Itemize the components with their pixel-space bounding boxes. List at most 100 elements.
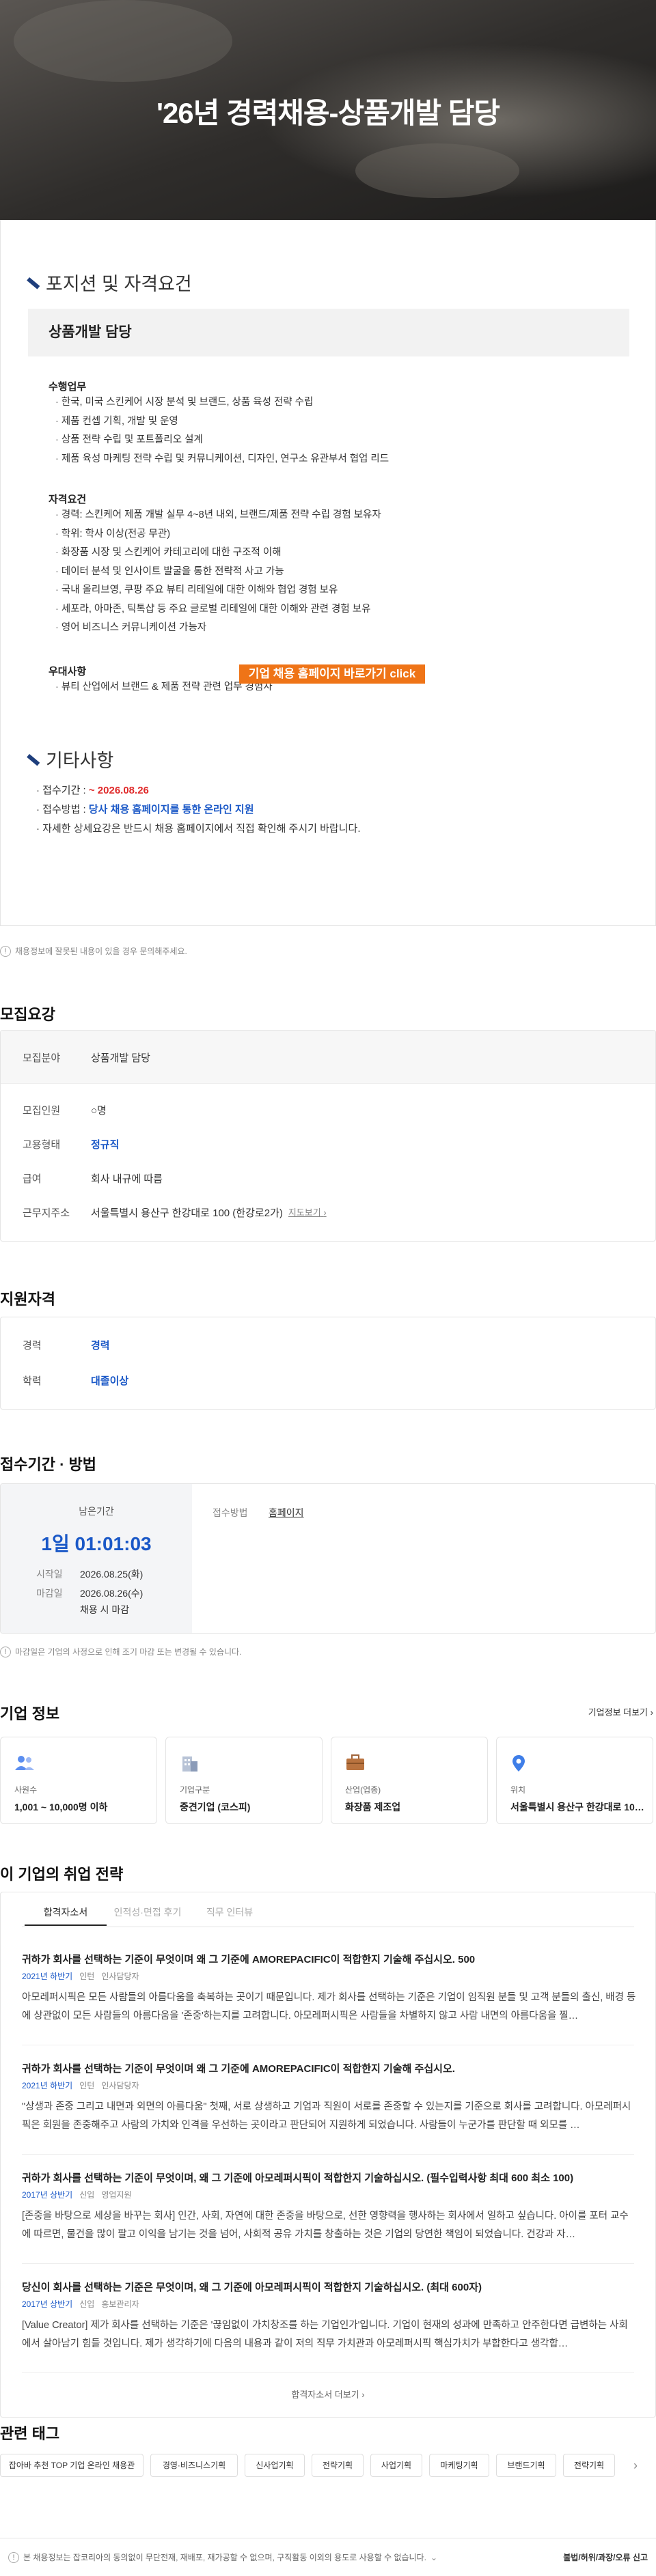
start-date-row: 시작일 2026.08.25(화) (36, 1567, 143, 1581)
tab-interview-review[interactable]: 인적성·면접 후기 (107, 1899, 189, 1926)
duties-list: 한국, 미국 스킨케어 시장 분석 및 브랜드, 상품 육성 전략 수립 제품 … (55, 393, 389, 468)
pay-value: 회사 내규에 따름 (91, 1173, 163, 1185)
company-title: 기업 정보 (0, 1705, 60, 1722)
strategy-more-link[interactable]: 합격자소서 더보기 › (0, 2388, 656, 2400)
field-value: 상품개발 담당 (91, 1052, 150, 1064)
item-dept: 인사담당자 (101, 1972, 139, 1981)
people-icon (15, 1756, 34, 1770)
slash-mark-icon (28, 276, 40, 290)
item-meta: 2021년 하반기 인턴 인사담당자 (22, 2080, 637, 2091)
tag-chip[interactable]: 잡아바 추천 TOP 기업 온라인 채용관 (0, 2454, 144, 2477)
info-circle-icon: ! (0, 1646, 11, 1657)
item-title: 당신이 회사를 선택하는 기준은 무엇이며, 왜 그 기준에 아모레퍼시픽이 적… (22, 2282, 482, 2293)
chevron-down-icon[interactable]: ⌄ (430, 2553, 437, 2562)
item-body: [존중을 바탕으로 세상을 바꾸는 회사] 인간, 사회, 자연에 대한 존중을… (22, 2211, 629, 2240)
tag-chip[interactable]: 사업기획 (370, 2454, 422, 2477)
end-note: 채용 시 마감 (80, 1604, 130, 1615)
item-dept: 인사담당자 (101, 2081, 139, 2090)
map-link-label: 지도보기 (288, 1207, 321, 1218)
list-item: 데이터 분석 및 인사이트 발굴을 통한 전략적 사고 가능 (55, 563, 381, 582)
tag-chip[interactable]: 전략기획 (563, 2454, 615, 2477)
section-title-text: 기타사항 (46, 751, 114, 771)
report-footnote: ! 채용정보에 잘못된 내용이 있을 경우 문의해주세요. (0, 945, 187, 957)
company-card-industry: 산업(업종) 화장품 제조업 (331, 1737, 488, 1824)
period-notice: · 접수기간 : ~ 2026.08.26 (36, 785, 149, 796)
career-label: 경력 (23, 1340, 42, 1352)
list-item: 제품 육성 마케팅 전략 수립 및 커뮤니케이션, 디자인, 연구소 유관부서 … (55, 450, 389, 469)
card-value: 화장품 제조업 (345, 1802, 401, 1812)
detail-note: 자세한 상세요강은 반드시 채용 홈페이지에서 직접 확인해 주시기 바랍니다. (42, 823, 361, 835)
field-row: 모집분야 상품개발 담당 (23, 1050, 150, 1065)
item-level: 신입 (79, 2299, 95, 2309)
list-item: 경력: 스킨케어 제품 개발 실무 4~8년 내외, 브랜드/제품 전략 수립 … (55, 506, 381, 525)
tag-chip[interactable]: 신사업기획 (245, 2454, 305, 2477)
item-body: 아모레퍼시픽은 모든 사람들의 아름다움을 축복하는 곳이기 때문입니다. 제가… (22, 1992, 636, 2021)
section-etc-title: 기타사항 (28, 746, 113, 772)
item-level: 인턴 (79, 2081, 95, 2090)
type-value: 정규직 (91, 1139, 120, 1151)
remain-countdown: 1일 01:01:03 (41, 1533, 152, 1554)
apply-method-row: 접수방법 홈페이지 (213, 1506, 304, 1520)
item-title: 귀하가 회사를 선택하는 기준이 무엇이며, 왜 그 기준에 아모레퍼시픽이 적… (22, 2172, 574, 2184)
card-label: 위치 (510, 1785, 526, 1795)
deadline-footnote: ! 마감일은 기업의 사정으로 인해 조기 마감 또는 변경될 수 있습니다. (0, 1646, 241, 1657)
job-description: 포지션 및 자격요건 상품개발 담당 수행업무 한국, 미국 스킨케어 시장 분… (0, 220, 656, 926)
card-value: 1,001 ~ 10,000명 이하 (14, 1802, 108, 1812)
page: '26년 경력채용-상품개발 담당 포지션 및 자격요건 상품개발 담당 수행업… (0, 0, 656, 2576)
building-icon (182, 1756, 197, 1772)
qualification-title: 지원자격 (0, 1291, 55, 1308)
deadline-countdown-panel: 남은기간 1일 01:01:03 시작일 2026.08.25(화) 마감일 202… (1, 1484, 192, 1633)
apply-homepage-link[interactable]: 홈페이지 (269, 1506, 304, 1520)
item-year: 2021년 하반기 (22, 2081, 73, 2090)
report-link[interactable]: 불법/허위/과장/오류 신고 (563, 2551, 648, 2563)
period-label: 접수기간 : (42, 785, 89, 796)
career-value: 경력 (91, 1340, 110, 1352)
hero-banner: '26년 경력채용-상품개발 담당 (0, 0, 656, 220)
method-value: 당사 채용 홈페이지를 통한 온라인 지원 (88, 804, 254, 815)
map-link[interactable]: 지도보기 › (288, 1205, 327, 1220)
list-item: 세포라, 아마존, 틱톡샵 등 주요 글로벌 리테일에 대한 이해와 관련 경험… (55, 600, 381, 619)
item-year: 2021년 하반기 (22, 1972, 73, 1981)
section-position-title: 포지션 및 자격요건 (28, 269, 192, 296)
apply-method-label: 접수방법 (213, 1507, 248, 1518)
cover-letter-item[interactable]: 귀하가 회사를 선택하는 기준이 무엇이며 왜 그 기준에 AMOREPACIF… (22, 2061, 637, 2135)
cover-letter-item[interactable]: 귀하가 회사를 선택하는 기준이 무엇이며, 왜 그 기준에 아모레퍼시픽이 적… (22, 2170, 637, 2244)
company-more-link[interactable]: 기업정보 더보기 › (588, 1705, 653, 1718)
address-value: 서울특별시 용산구 한강대로 100 (한강로2가) (91, 1207, 283, 1219)
deadline-footnote-text: 마감일은 기업의 사정으로 인해 조기 마감 또는 변경될 수 있습니다. (15, 1647, 242, 1657)
company-card-type: 기업구분 중견기업 (코스피) (165, 1737, 323, 1824)
job-title: '26년 경력채용-상품개발 담당 (156, 97, 500, 129)
item-title: 귀하가 회사를 선택하는 기준이 무엇이며 왜 그 기준에 AMOREPACIF… (22, 2063, 455, 2075)
card-label: 사원수 (14, 1785, 38, 1795)
remain-label: 남은기간 (79, 1506, 114, 1517)
tag-chip[interactable]: 경영·비즈니스기획 (150, 2454, 238, 2477)
detail-notice: · 자세한 상세요강은 반드시 채용 홈페이지에서 직접 확인해 주시기 바랍니… (36, 823, 361, 835)
career-row: 경력 경력 (23, 1338, 110, 1352)
duties-title: 수행업무 (49, 381, 87, 393)
recruit-card: 모집분야 상품개발 담당 모집인원 ○명 고용형태 정규직 급여 회사 내규에 따름 근… (0, 1030, 656, 1242)
cover-letter-item[interactable]: 당신이 회사를 선택하는 기준은 무엇이며, 왜 그 기준에 아모레퍼시픽이 적… (22, 2280, 637, 2353)
tab-cover-letter[interactable]: 합격자소서 (25, 1899, 107, 1926)
strategy-more-label: 합격자소서 더보기 (291, 2390, 359, 2400)
item-year: 2017년 상반기 (22, 2190, 73, 2200)
list-item: 상품 전략 수립 및 포트폴리오 설계 (55, 431, 389, 450)
item-level: 인턴 (79, 1972, 95, 1981)
tab-job-interview[interactable]: 직무 인터뷰 (189, 1899, 271, 1926)
tag-chip[interactable]: 마케팅기획 (429, 2454, 489, 2477)
field-label: 모집분야 (23, 1052, 61, 1064)
footnote-text[interactable]: 채용정보에 잘못된 내용이 있을 경우 문의해주세요. (15, 945, 187, 957)
pay-row: 급여 회사 내규에 따름 (23, 1171, 163, 1186)
card-value: 중견기업 (코스피) (180, 1802, 251, 1812)
company-card-location: 위치 서울특별시 용산구 한강대로 10… (496, 1737, 653, 1824)
cover-letter-item[interactable]: 귀하가 회사를 선택하는 기준이 무엇이며 왜 그 기준에 AMOREPACIF… (22, 1952, 637, 2026)
count-label: 모집인원 (23, 1105, 61, 1117)
tag-chip[interactable]: 브랜드기획 (496, 2454, 556, 2477)
start-value: 2026.08.25(화) (80, 1569, 144, 1580)
company-card-employees: 사원수 1,001 ~ 10,000명 이하 (0, 1737, 157, 1824)
count-row: 모집인원 ○명 (23, 1103, 107, 1117)
item-dept: 영업지원 (101, 2190, 132, 2200)
company-homepage-button[interactable]: 기업 채용 홈페이지 바로가기 click (239, 664, 425, 684)
tags-next-arrow[interactable]: › (622, 2454, 649, 2477)
tag-chip[interactable]: 전략기획 (312, 2454, 364, 2477)
item-divider (22, 2372, 634, 2373)
